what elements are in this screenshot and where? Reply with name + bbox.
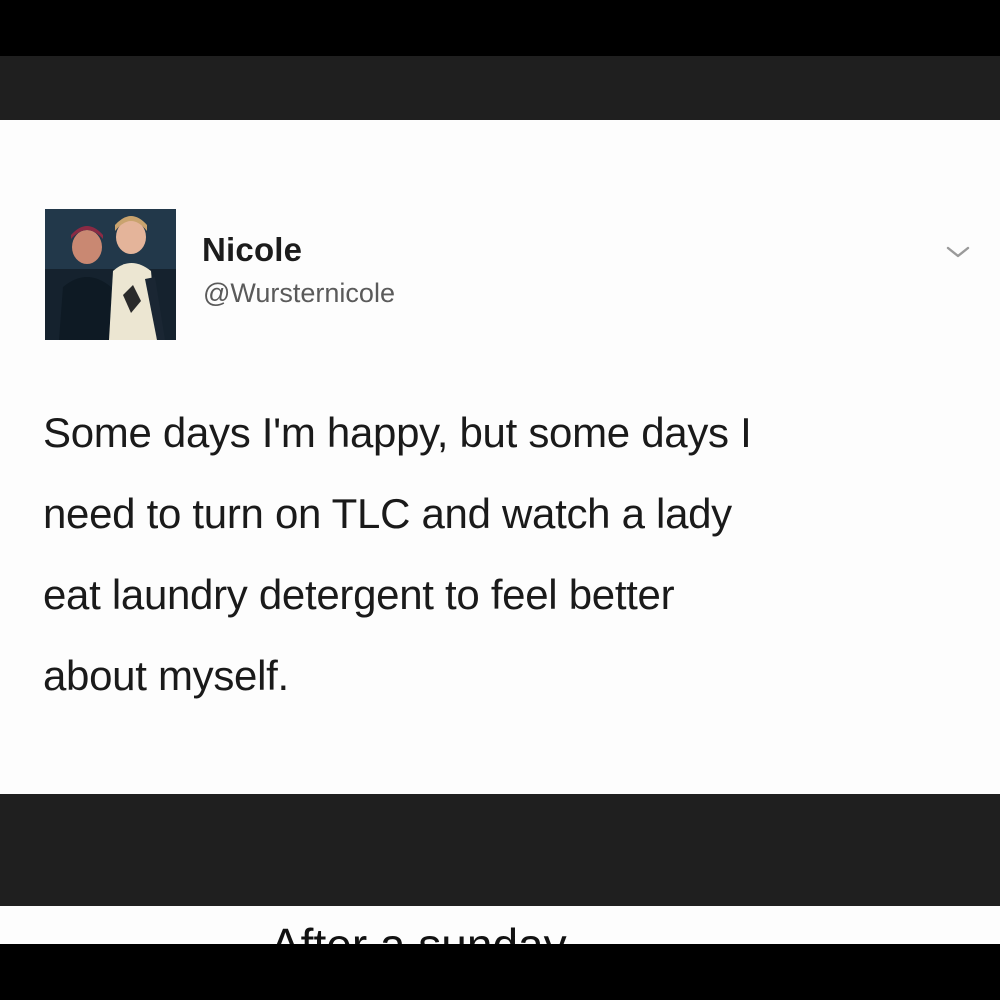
next-post-caption: After a sunday... <box>270 922 602 944</box>
next-post-strip: After a sunday... <box>0 906 1000 944</box>
tweet-text-line: need to turn on TLC and watch a lady <box>43 490 732 537</box>
profile-photo-icon <box>45 209 176 340</box>
tweet-text-line: Some days I'm happy, but some days I <box>43 409 752 456</box>
tweet-text-line: eat laundry detergent to feel better <box>43 571 675 618</box>
top-dark-band <box>0 56 1000 120</box>
tweet-text: Some days I'm happy, but some days I nee… <box>43 392 943 716</box>
top-black-border <box>0 0 1000 56</box>
middle-dark-band <box>0 794 1000 906</box>
tweet-text-line: about myself. <box>43 652 289 699</box>
chevron-down-icon[interactable] <box>943 242 973 262</box>
user-handle[interactable]: @Wursternicole <box>203 278 395 309</box>
display-name[interactable]: Nicole <box>202 231 302 269</box>
avatar[interactable] <box>45 209 176 340</box>
tweet-card: Nicole @Wursternicole Some days I'm happ… <box>0 120 1000 794</box>
bottom-black-border <box>0 944 1000 1000</box>
